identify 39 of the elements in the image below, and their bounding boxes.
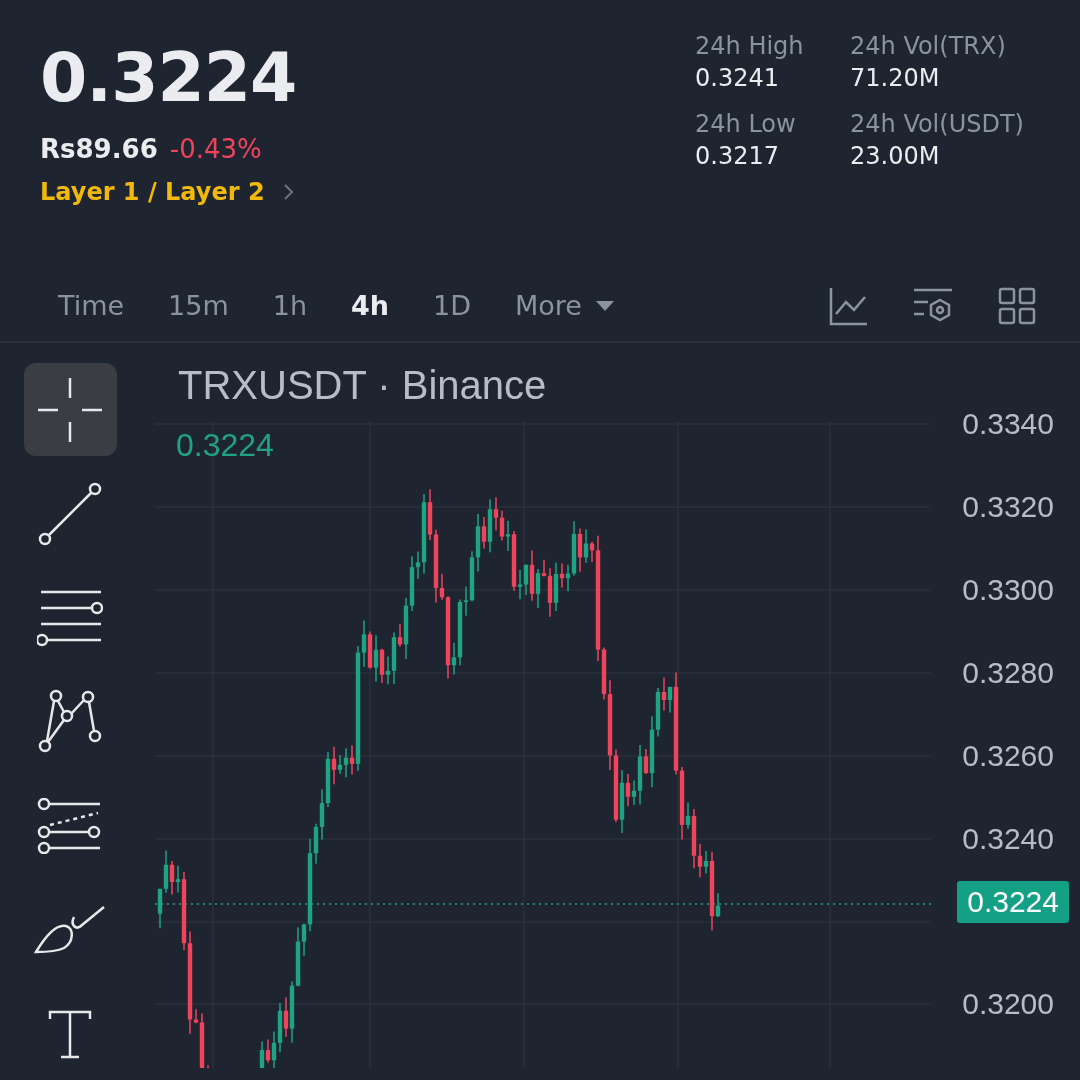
price-axis-label: 0.3260 [962,738,1054,774]
price-axis-label: 0.3300 [962,572,1054,608]
stat-label: 24h Low [695,110,797,138]
current-price-tag: 0.3224 [957,881,1069,923]
chart-symbol: TRXUSDT · Binance [178,363,547,408]
fiat-price: Rs89.66 [40,134,158,164]
interval-tab[interactable]: 1D [411,290,494,322]
interval-tab[interactable]: 4h [329,290,412,322]
pattern-icon [37,688,103,755]
chevron-icon [282,183,295,201]
grid-layout-icon[interactable] [998,286,1036,325]
stat-value: 0.3217 [695,142,780,170]
category-link[interactable]: Layer 1 / Layer 2 [40,178,297,206]
price-axis-label: 0.3340 [962,406,1054,442]
interval-tab[interactable]: 1h [250,290,330,322]
price-axis-label: 0.3280 [962,655,1054,691]
brush-icon [34,904,106,955]
price-change: -0.43% [169,134,262,164]
interval-tab[interactable]: More [493,290,636,322]
interval-tab[interactable]: 15m [146,290,251,322]
stat-value: 0.3241 [695,64,780,92]
trend-line-icon [37,480,103,547]
caret-icon [595,300,614,311]
chart-last-price: 0.3224 [176,427,274,464]
crosshair-icon [37,376,103,443]
stat-label: 24h Vol(USDT) [850,110,1025,138]
price-axis-label: 0.3240 [962,821,1054,857]
interval-tab[interactable]: Time [36,290,147,322]
stat-label: 24h Vol(TRX) [850,32,1007,60]
stat-value: 23.00M [850,142,941,170]
last-price: 0.3224 [40,37,297,119]
stat-label: 24h High [695,32,805,60]
crosshair-tool[interactable] [23,363,117,456]
price-axis-label: 0.3200 [962,986,1054,1022]
text-tool-icon [48,1008,92,1059]
fib-lines-icon [37,797,103,854]
line-chart-icon[interactable] [828,285,868,326]
stat-value: 71.20M [850,64,941,92]
price-axis-label: 0.3320 [962,489,1054,525]
